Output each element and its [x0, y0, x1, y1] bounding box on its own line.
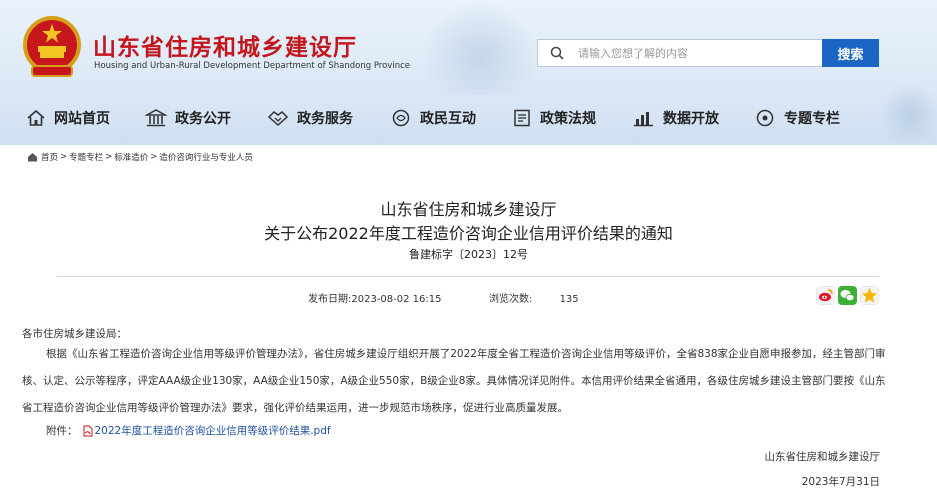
national-emblem-icon[interactable] [18, 14, 86, 80]
nav-label-topics: 专题专栏 [784, 111, 840, 127]
handshake-icon [267, 111, 289, 127]
article-title-issuer: 山东省住房和城乡建设厅 [380, 200, 557, 219]
nav-label-interaction: 政民互动 [420, 111, 476, 127]
search-input[interactable] [578, 46, 798, 60]
signature-date: 2023年7月31日 [801, 476, 880, 488]
view-count-label: 浏览次数: [489, 294, 533, 305]
breadcrumb-item-consulting[interactable]: 造价咨询行业与专业人员 [159, 151, 253, 163]
nav-item-topics[interactable]: 专题专栏 [754, 100, 840, 136]
site-subtitle: Housing and Urban-Rural Development Depa… [94, 61, 410, 71]
nav-label-open-data: 数据开放 [663, 111, 719, 127]
breadcrumb-item-topics[interactable]: 专题专栏 [69, 151, 103, 163]
publish-date-label: 发布日期: [308, 294, 352, 305]
publish-date: 发布日期:2023-08-02 16:15 [308, 290, 442, 305]
nav-label-gov-affairs: 政务公开 [175, 111, 231, 127]
site-header: 山东省住房和城乡建设厅 Housing and Urban-Rural Deve… [0, 0, 937, 145]
breadcrumb-item-home[interactable]: 首页 [41, 151, 58, 163]
qzone-icon[interactable] [860, 286, 879, 305]
view-count-value: 135 [559, 294, 579, 305]
weibo-icon[interactable] [816, 286, 835, 305]
site-title[interactable]: 山东省住房和城乡建设厅 [93, 28, 357, 62]
breadcrumb: 首页 > 专题专栏 > 标准造价 > 造价咨询行业与专业人员 [27, 151, 255, 163]
nav-item-policy[interactable]: 政策法规 [512, 100, 596, 136]
attachment-label: 附件： [46, 425, 78, 437]
pdf-icon [83, 425, 92, 436]
breadcrumb-separator: > [60, 152, 68, 162]
nav-item-home[interactable]: 网站首页 [26, 100, 110, 136]
nav-label-policy: 政策法规 [540, 111, 596, 127]
search-box [537, 39, 824, 67]
search-icon [550, 46, 564, 60]
document-number: 鲁建标字〔2023〕12号 [409, 248, 528, 261]
topic-icon [756, 109, 774, 127]
article-title: 关于公布2022年度工程造价咨询企业信用评价结果的通知 [264, 224, 673, 243]
main-nav: 网站首页 政务公开 政务服务 政民互动 政策法规 数据开放 专题专栏 [0, 100, 937, 136]
nav-label-gov-services: 政务服务 [297, 111, 353, 127]
mountain-decoration [420, 0, 540, 95]
breadcrumb-separator: > [150, 152, 158, 162]
attachment-link[interactable]: 2022年度工程造价咨询企业信用等级评价结果.pdf [95, 423, 331, 438]
search-button[interactable]: 搜索 [822, 39, 879, 67]
nav-item-gov-services[interactable]: 政务服务 [267, 100, 353, 136]
home-icon [27, 109, 45, 126]
nav-item-gov-affairs[interactable]: 政务公开 [145, 100, 231, 136]
breadcrumb-separator: > [105, 152, 113, 162]
document-icon [514, 109, 530, 127]
attachment: 附件： 2022年度工程造价咨询企业信用等级评价结果.pdf [46, 423, 331, 438]
breadcrumb-item-cost[interactable]: 标准造价 [114, 151, 148, 163]
home-icon [28, 153, 37, 162]
wechat-icon[interactable] [838, 286, 857, 305]
nav-item-interaction[interactable]: 政民互动 [390, 100, 476, 136]
signature-organization: 山东省住房和城乡建设厅 [764, 451, 881, 463]
title-divider [57, 276, 879, 277]
nav-item-open-data[interactable]: 数据开放 [633, 100, 719, 136]
bar-chart-icon [634, 112, 653, 127]
nav-label-home: 网站首页 [54, 111, 110, 127]
interaction-icon [392, 109, 410, 127]
article-paragraph: 根据《山东省工程造价咨询企业信用等级评价管理办法》，省住房城乡建设厅组织开展了2… [22, 348, 886, 414]
building-icon [145, 109, 167, 127]
publish-date-value: 2023-08-02 16:15 [351, 294, 442, 305]
view-count: 浏览次数: 135 [489, 290, 579, 305]
